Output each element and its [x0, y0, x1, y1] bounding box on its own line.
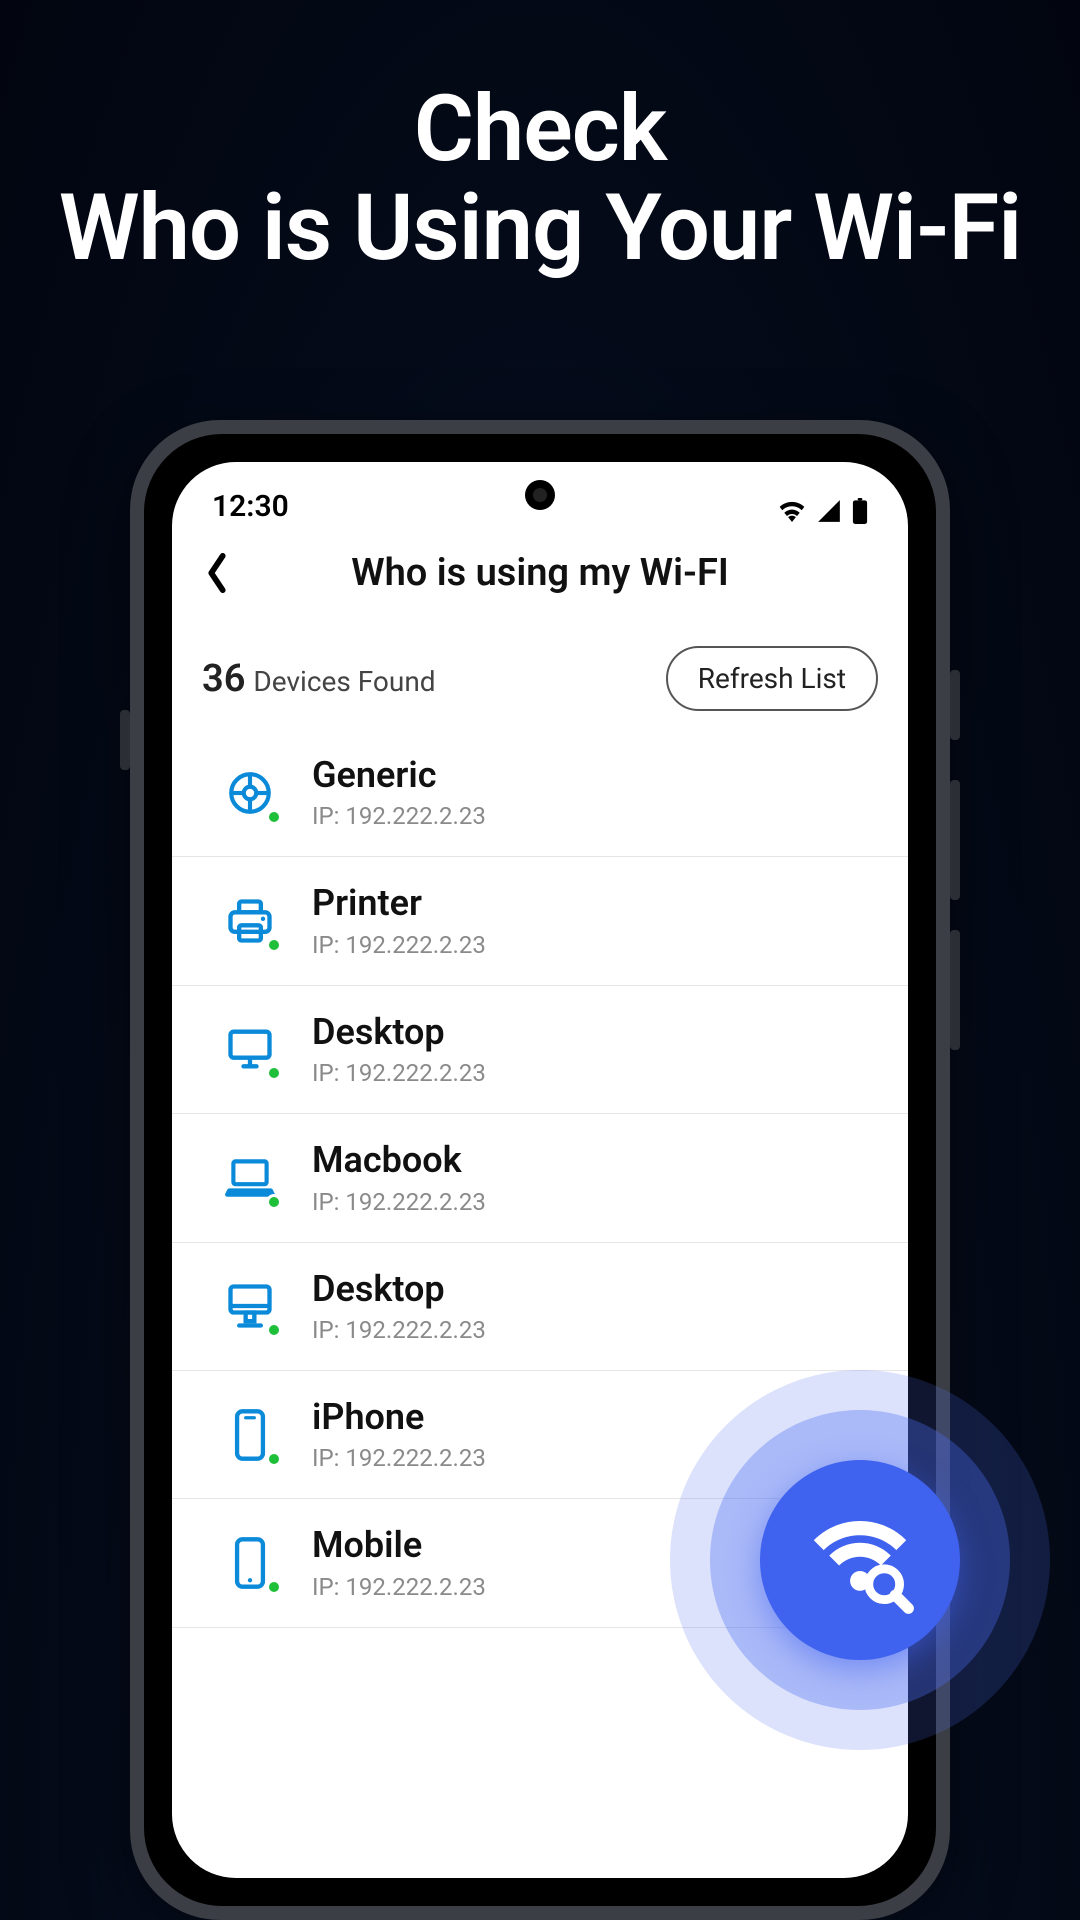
back-button[interactable] [192, 548, 242, 598]
generic-device-icon [222, 765, 278, 821]
phone-device-icon [222, 1535, 278, 1591]
headline-line2: Who is Using Your Wi-Fi [0, 179, 1080, 278]
device-ip: IP: 192.222.2.23 [312, 1059, 878, 1087]
device-text: Desktop IP: 192.222.2.23 [312, 1269, 878, 1344]
refresh-list-button[interactable]: Refresh List [666, 646, 878, 711]
device-name: Generic [312, 755, 878, 796]
device-count-number: 36 [202, 657, 245, 701]
online-status-dot [266, 1322, 282, 1338]
device-name: Printer [312, 883, 878, 924]
device-count-label: Devices Found [253, 665, 435, 698]
device-text: Printer IP: 192.222.2.23 [312, 883, 878, 958]
device-ip: IP: 192.222.2.23 [312, 1188, 878, 1216]
device-row[interactable]: Desktop IP: 192.222.2.23 [172, 1243, 908, 1371]
phone-side-button [950, 670, 960, 740]
phone-side-button [950, 780, 960, 900]
laptop-icon [222, 1150, 278, 1206]
status-time: 12:30 [212, 489, 289, 524]
device-count: 36 Devices Found [202, 657, 436, 701]
headline-line1: Check [0, 80, 1080, 179]
device-row[interactable]: Generic IP: 192.222.2.23 [172, 729, 908, 857]
device-row[interactable]: Printer IP: 192.222.2.23 [172, 857, 908, 985]
online-status-dot [266, 937, 282, 953]
cell-signal-icon [816, 500, 842, 522]
phone-side-button-left [120, 710, 130, 770]
desktop-monitor-icon [222, 1021, 278, 1077]
list-header: 36 Devices Found Refresh List [172, 618, 908, 729]
printer-icon [222, 893, 278, 949]
imac-icon [222, 1278, 278, 1334]
device-name: Desktop [312, 1269, 878, 1310]
device-ip: IP: 192.222.2.23 [312, 931, 878, 959]
device-ip: IP: 192.222.2.23 [312, 802, 878, 830]
promo-headline: Check Who is Using Your Wi-Fi [0, 0, 1080, 279]
scan-wifi-button[interactable] [760, 1460, 960, 1660]
page-title: Who is using my Wi-FI [172, 551, 908, 595]
phone-device-icon [222, 1407, 278, 1463]
phone-camera [525, 480, 555, 510]
status-icons [778, 498, 868, 524]
device-row[interactable]: Macbook IP: 192.222.2.23 [172, 1114, 908, 1242]
device-text: Macbook IP: 192.222.2.23 [312, 1140, 878, 1215]
chevron-left-icon [204, 553, 230, 593]
device-text: Generic IP: 192.222.2.23 [312, 755, 878, 830]
online-status-dot [266, 1579, 282, 1595]
device-text: Desktop IP: 192.222.2.23 [312, 1012, 878, 1087]
device-ip: IP: 192.222.2.23 [312, 1316, 878, 1344]
device-name: Macbook [312, 1140, 878, 1181]
wifi-search-icon [805, 1505, 915, 1615]
device-name: Desktop [312, 1012, 878, 1053]
refresh-list-label: Refresh List [698, 662, 846, 695]
app-bar: Who is using my Wi-FI [172, 528, 908, 618]
online-status-dot [266, 1194, 282, 1210]
scan-fab-ripple [670, 1370, 1050, 1750]
online-status-dot [266, 1065, 282, 1081]
battery-icon [852, 498, 868, 524]
device-row[interactable]: Desktop IP: 192.222.2.23 [172, 986, 908, 1114]
online-status-dot [266, 809, 282, 825]
online-status-dot [266, 1451, 282, 1467]
phone-side-button [950, 930, 960, 1050]
wifi-icon [778, 500, 806, 522]
